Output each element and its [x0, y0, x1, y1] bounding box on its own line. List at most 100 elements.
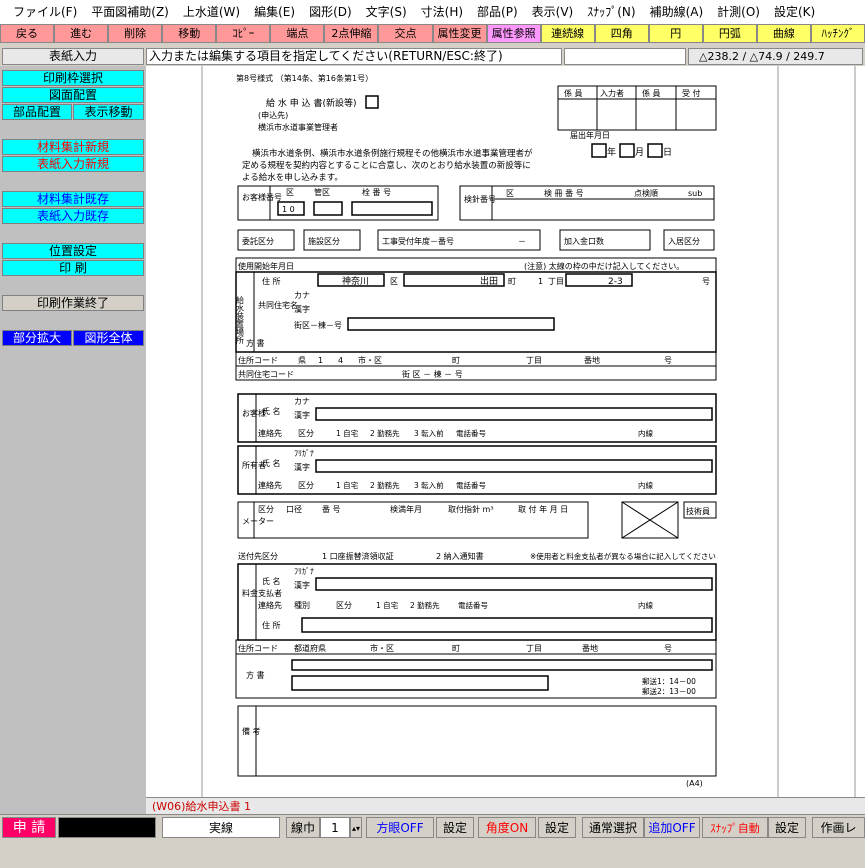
add-toggle[interactable]: 追加OFF [644, 817, 700, 838]
toolbar-button-15[interactable]: ﾊｯﾁﾝｸﾞ [810, 24, 865, 43]
drawing-canvas[interactable]: 第8号様式 （第14条、第16条第1号） 給 水 申 込 書(新設等) (申込先… [146, 66, 865, 814]
year-box[interactable] [591, 143, 607, 158]
menu-item-3[interactable]: 編集(E) [247, 0, 302, 24]
to-label: (申込先) [258, 110, 288, 120]
material-calc-existing-button[interactable]: 材料集計既存 [2, 191, 144, 207]
menu-item-6[interactable]: 寸法(H) [414, 0, 470, 24]
toolbar-button-1[interactable]: 進む [54, 24, 109, 43]
address-code-row: 住所コード 県 1 4 市・区 町 丁目 番地 号 共同住宅コード 街 区 － … [235, 351, 717, 381]
command-input[interactable] [564, 48, 686, 65]
draw-layer-button[interactable]: 作画レ [812, 817, 865, 838]
prompt-message: 入力または編集する項目を指定してください(RETURN/ESC:終了) [146, 48, 562, 65]
send-option-1: 1 口座振替済領収証 [322, 551, 394, 561]
material-calc-new-button[interactable]: 材料集計新規 [2, 139, 144, 155]
snap-auto-toggle[interactable]: ｽﾅｯﾌﾟ自動 [702, 817, 768, 838]
cho2-label: 町 [452, 644, 460, 653]
new-checkbox[interactable] [365, 95, 379, 109]
zoom-all-button[interactable]: 図形全体 [73, 330, 144, 346]
owner-furigana-label: ﾌﾘｶﾞﾅ [294, 449, 314, 458]
document-tab[interactable]: (W06)給水申込書 1 [148, 799, 255, 814]
cover-input-existing-button[interactable]: 表紙入力既存 [2, 208, 144, 224]
color-swatch[interactable] [58, 817, 156, 838]
angle-settings-button[interactable]: 設定 [538, 817, 576, 838]
kyodo-code-label: 共同住宅コード [238, 369, 294, 379]
ken-no-2: 4 [338, 356, 343, 365]
print-end-button[interactable]: 印刷作業終了 [2, 295, 144, 311]
staff-header-4: 受 付 [682, 88, 701, 98]
customer-kanji-label: 漢字 [294, 410, 310, 420]
join-fee-label: 加入金口数 [564, 236, 604, 246]
position-settings-button[interactable]: 位置設定 [2, 243, 144, 259]
menu-item-9[interactable]: ｽﾅｯﾌﾟ(N) [580, 0, 642, 24]
line-type-selector[interactable]: 実線 [162, 817, 280, 838]
print-frame-button[interactable]: 印刷枠選択 [2, 70, 144, 86]
meter-number-label: 番 号 [322, 504, 341, 514]
toolbar-button-8[interactable]: 属性変更 [432, 24, 487, 43]
block-label: 街区－棟－号 [294, 320, 342, 330]
install-date-label: 取 付 年 月 日 [518, 504, 568, 514]
go-label: 号 [702, 277, 710, 286]
toolbar-button-2[interactable]: 削除 [108, 24, 163, 43]
staff-header-1: 係 員 [564, 89, 583, 98]
city-value: 神奈川 [342, 275, 369, 287]
tech-label: 技術員 [686, 506, 710, 516]
prefix-value: 1 0 [282, 205, 295, 214]
select-mode-button[interactable]: 通常選択 [582, 817, 644, 838]
menu-bar: ファイル(F) 平面図補助(Z) 上水道(W) 編集(E) 図形(D) 文字(S) 寸法(H… [0, 0, 865, 24]
line-width-value[interactable]: 1 [320, 817, 350, 838]
address-label: 住 所 [262, 276, 281, 286]
toolbar-button-13[interactable]: 円弧 [702, 24, 757, 43]
body-line-1: 横浜市水道条例、横浜市水道条例施行規程その他横浜市水道事業管理者が [252, 148, 533, 159]
menu-item-2[interactable]: 上水道(W) [176, 0, 247, 24]
toolbar-button-4[interactable]: ｺﾋﾟｰ [216, 24, 271, 43]
owner-name-label: 氏 名 [262, 458, 281, 468]
month-box[interactable] [619, 143, 635, 158]
menu-item-1[interactable]: 平面図補助(Z) [84, 0, 176, 24]
payer-kubun-label: 区分 [336, 601, 352, 610]
menu-item-10[interactable]: 補助線(A) [643, 0, 711, 24]
toolbar-button-14[interactable]: 曲線 [756, 24, 811, 43]
toolbar-button-7[interactable]: 交点 [378, 24, 433, 43]
toolbar-button-12[interactable]: 円 [648, 24, 703, 43]
menu-item-12[interactable]: 設定(K) [767, 0, 822, 24]
town-value: 出田 [480, 275, 498, 287]
toolbar-button-3[interactable]: 移動 [162, 24, 217, 43]
kenshin-label: 検針番号 [464, 194, 496, 204]
toolbar-button-0[interactable]: 戻る [0, 24, 55, 43]
menu-item-11[interactable]: 計測(O) [710, 0, 767, 24]
toolbar-button-11[interactable]: 四角 [594, 24, 649, 43]
day-box[interactable] [647, 143, 663, 158]
view-move-button[interactable]: 表示移動 [73, 104, 144, 120]
staff-header-2: 入力者 [600, 88, 624, 98]
grid-toggle[interactable]: 方眼OFF [366, 817, 434, 838]
construction-label: 工事受付年度－番号 [382, 236, 454, 246]
layout-button[interactable]: 図面配置 [2, 87, 144, 103]
parts-layout-button[interactable]: 部品配置 [2, 104, 72, 120]
toolbar-button-9[interactable]: 属性参照 [486, 24, 541, 43]
menu-item-5[interactable]: 文字(S) [359, 0, 414, 24]
cover-input-new-button[interactable]: 表紙入力新規 [2, 156, 144, 172]
toolbar-button-6[interactable]: 2点伸縮 [324, 24, 379, 43]
owner-mobile-option: 3 転入前 [414, 480, 444, 490]
form-title: 給 水 申 込 書(新設等) [266, 97, 356, 109]
sub-label: sub [688, 189, 702, 198]
angle-toggle[interactable]: 角度ON [478, 817, 536, 838]
payer-phone-label: 電話番号 [458, 600, 488, 610]
install-label: 施設区分 [308, 236, 340, 246]
toolbar-button-5[interactable]: 端点 [270, 24, 325, 43]
zoom-part-button[interactable]: 部分拡大 [2, 330, 72, 346]
menu-item-4[interactable]: 図形(D) [302, 0, 359, 24]
customer-name-label: 氏 名 [262, 406, 281, 416]
print-button[interactable]: 印 刷 [2, 260, 144, 276]
toolbar-button-10[interactable]: 連続線 [540, 24, 595, 43]
grid-settings-button[interactable]: 設定 [436, 817, 474, 838]
menu-item-7[interactable]: 部品(P) [470, 0, 525, 24]
line-width-stepper[interactable]: ▴▾ [350, 817, 362, 838]
diameter-label: 口径 [286, 504, 302, 514]
customer-kubun-label: 区分 [298, 429, 314, 438]
menu-item-0[interactable]: ファイル(F) [6, 0, 84, 24]
ku2-label: 区 [390, 277, 398, 286]
status-row: 表紙入力 入力または編集する項目を指定してください(RETURN/ESC:終了)… [0, 46, 865, 66]
menu-item-8[interactable]: 表示(V) [525, 0, 581, 24]
snap-settings-button[interactable]: 設定 [768, 817, 806, 838]
